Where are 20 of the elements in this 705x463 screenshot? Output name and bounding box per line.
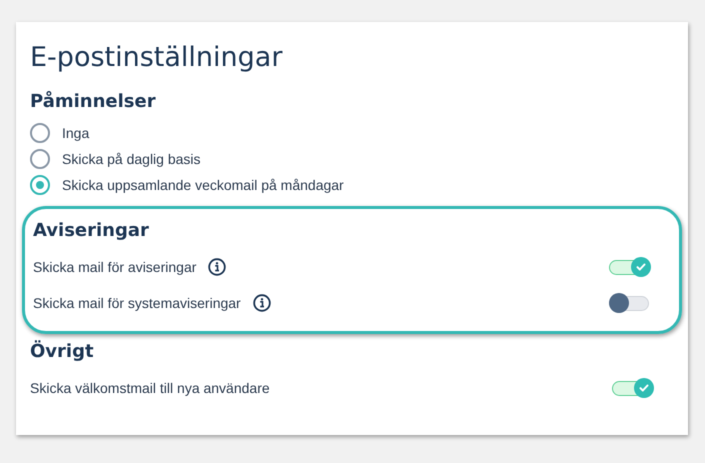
info-icon[interactable] — [252, 294, 271, 312]
toggle-switch[interactable] — [612, 378, 654, 398]
option-label: Skicka uppsamlande veckomail på måndagar — [62, 176, 344, 195]
setting-label: Skicka mail för aviseringar — [33, 258, 196, 277]
toggle-switch[interactable] — [609, 293, 651, 313]
option-label: Inga — [62, 124, 90, 143]
toggle-switch[interactable] — [609, 257, 651, 277]
section-heading: Övrigt — [30, 339, 95, 364]
radio-button[interactable] — [30, 123, 50, 143]
info-icon[interactable] — [208, 258, 226, 276]
setting-label: Skicka välkomstmail till nya användare — [30, 378, 270, 398]
radio-button[interactable] — [30, 175, 50, 195]
page-title: E-postinställningar — [30, 41, 284, 75]
section-heading: Påminnelser — [30, 90, 157, 114]
section-heading: Aviseringar — [33, 219, 150, 243]
radio-button[interactable] — [30, 149, 50, 169]
check-icon — [638, 382, 650, 394]
check-icon — [635, 261, 647, 273]
option-label: Skicka på daglig basis — [62, 150, 201, 169]
setting-label: Skicka mail för systemaviseringar — [33, 294, 241, 313]
